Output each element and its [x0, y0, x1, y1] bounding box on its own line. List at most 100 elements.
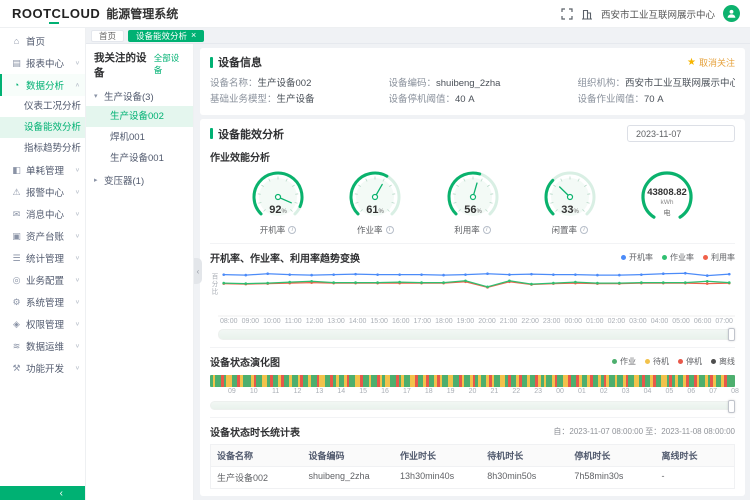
legend-dot [678, 359, 683, 364]
org-name: 西安市工业互联网展示中心 [601, 7, 715, 21]
building-icon [581, 8, 593, 20]
sidebar-item-home[interactable]: ⌂首页 [0, 30, 85, 52]
unfollow-button[interactable]: ★ 取消关注 [687, 56, 735, 69]
sidebar-item-system[interactable]: ⚙系统管理∨ [0, 291, 85, 313]
table-header-row: 设备名称设备编码作业时长待机时长停机时长离线时长 [211, 445, 734, 467]
datazoom-handle[interactable] [728, 400, 735, 413]
gauge-闲置率: 33% 闲置率i [528, 168, 612, 236]
status-x-axis: 0910111213141516171819202122230001020304… [210, 388, 735, 396]
status-chart-title: 设备状态演化图 [210, 354, 280, 369]
duration-table-title: 设备状态时长统计表 [210, 424, 300, 439]
system-icon: ⚙ [11, 297, 22, 308]
panel-collapse-handle[interactable]: ‹ [194, 258, 202, 284]
business-icon: ◎ [11, 275, 22, 286]
logo-text: ROOTCLOUD [12, 6, 100, 21]
tab-0[interactable]: 首页 [91, 30, 124, 42]
field-device-code: 设备编码：shuibeng_2zha [389, 76, 578, 92]
energy-ring: 43808.82 kWh 电 [625, 168, 709, 236]
tab-bar: 首页设备能效分析× [86, 28, 750, 44]
legend-item[interactable]: 开机率 [621, 252, 653, 263]
device-info-card: 设备信息 ★ 取消关注 设备名称：生产设备002 设备编码：shuibeng_2… [200, 48, 745, 115]
chevron-down-icon: ∨ [75, 167, 80, 173]
svg-text:kWh: kWh [661, 199, 674, 206]
asset-icon: ▣ [11, 231, 22, 242]
date-picker-input[interactable] [627, 125, 735, 142]
info-icon[interactable]: i [386, 226, 394, 234]
trend-x-axis: 08:0009:0010:0011:0012:0013:0014:0015:00… [218, 318, 735, 325]
legend-item[interactable]: 利用率 [703, 252, 735, 263]
field-organization: 组织机构：西安市工业互联网展示中心 [578, 76, 736, 92]
user-avatar[interactable] [723, 5, 740, 22]
status-datazoom-slider[interactable] [210, 401, 735, 410]
field-base-model: 基础业务模型：生产设备 [210, 92, 389, 108]
table-row: 生产设备002shuibeng_2zha13h30min40s8h30min50… [211, 467, 734, 489]
status-timeline-strip [210, 375, 735, 387]
legend-item[interactable]: 作业 [612, 356, 636, 367]
tree-node[interactable]: ▾生产设备(3) [86, 85, 193, 106]
device-panel: 我关注的设备 全部设备 ▾生产设备(3)生产设备002焊机001生产设备001▸… [86, 44, 194, 500]
trend-chart: 百分比 08:0009:0010:0011:0012:0013:0014:001… [210, 269, 735, 340]
sidebar-collapse-button[interactable]: ‹ [0, 486, 85, 500]
consumption-icon: ◧ [11, 165, 22, 176]
legend-item[interactable]: 待机 [645, 356, 669, 367]
legend-dot [645, 359, 650, 364]
main-content: ‹ 设备信息 ★ 取消关注 设备名称：生产设备002 设备编 [194, 44, 750, 500]
sidebar-item-consumption[interactable]: ◧单耗管理∨ [0, 159, 85, 181]
sidebar-item-dataops[interactable]: ≋数据运维∨ [0, 335, 85, 357]
sidebar-item-analysis[interactable]: ◔数据分析∧ [0, 74, 85, 96]
legend-dot [703, 255, 708, 260]
all-devices-link[interactable]: 全部设备 [154, 52, 186, 76]
status-legend: 作业待机停机离线 [612, 356, 735, 367]
sidebar-item-dev[interactable]: ⚒功能开发∨ [0, 357, 85, 379]
report-icon: ▤ [11, 58, 22, 69]
stats-icon: ☰ [11, 253, 22, 264]
sidebar-item-stats[interactable]: ☰统计管理∨ [0, 247, 85, 269]
sidebar-subitem[interactable]: 指标趋势分析 [0, 138, 85, 159]
legend-dot [612, 359, 617, 364]
home-icon: ⌂ [11, 36, 22, 46]
tree-leaf[interactable]: 生产设备001 [86, 148, 193, 169]
trend-datazoom-slider[interactable] [218, 329, 735, 340]
legend-item[interactable]: 作业率 [662, 252, 694, 263]
sidebar-item-message[interactable]: ✉消息中心∨ [0, 203, 85, 225]
legend-item[interactable]: 离线 [711, 356, 735, 367]
svg-text:电: 电 [664, 208, 671, 217]
close-icon[interactable]: × [191, 31, 196, 40]
info-icon[interactable]: i [288, 226, 296, 234]
chevron-down-icon: ∨ [75, 60, 80, 66]
star-icon: ★ [687, 57, 696, 68]
app-root: ROOTCLOUD 能源管理系统 西安市工业互联网展示中心 ⌂首页▤报表中心∨◔… [0, 0, 750, 500]
tree-leaf[interactable]: 生产设备002 [86, 106, 193, 127]
legend-dot [621, 255, 626, 260]
field-device-name: 设备名称：生产设备002 [210, 76, 389, 92]
info-icon[interactable]: i [580, 226, 588, 234]
device-info-fields: 设备名称：生产设备002 设备编码：shuibeng_2zha 组织机构：西安市… [210, 76, 735, 108]
field-stop-threshold: 设备停机阈值：40 A [389, 92, 578, 108]
gauge-section-title: 作业效能分析 [210, 149, 735, 164]
sidebar-subitem[interactable]: 设备能效分析 [0, 117, 85, 138]
legend-dot [662, 255, 667, 260]
sidebar-item-permission[interactable]: ◈权限管理∨ [0, 313, 85, 335]
section-accent-bar [210, 57, 213, 68]
fullscreen-icon[interactable] [561, 8, 573, 20]
datazoom-handle[interactable] [728, 328, 735, 341]
legend-dot [711, 359, 716, 364]
gauge-开机率: 92% 开机率i [236, 168, 320, 236]
trend-chart-title: 开机率、作业率、利用率趋势变换 [210, 250, 360, 265]
sidebar-item-asset[interactable]: ▣资产台账∨ [0, 225, 85, 247]
message-icon: ✉ [11, 209, 22, 220]
analysis-icon: ◔ [11, 80, 22, 90]
tree-leaf[interactable]: 焊机001 [86, 127, 193, 148]
legend-item[interactable]: 停机 [678, 356, 702, 367]
tab-1[interactable]: 设备能效分析× [128, 30, 204, 42]
sidebar: ⌂首页▤报表中心∨◔数据分析∧仪表工况分析设备能效分析指标趋势分析◧单耗管理∨⚠… [0, 28, 86, 500]
sidebar-item-alarm[interactable]: ⚠报警中心∨ [0, 181, 85, 203]
sidebar-item-business[interactable]: ◎业务配置∨ [0, 269, 85, 291]
svg-text:43808.82: 43808.82 [647, 187, 687, 198]
tree-node[interactable]: ▸变压器(1) [86, 169, 193, 190]
sidebar-subitem[interactable]: 仪表工况分析 [0, 96, 85, 117]
sidebar-item-report[interactable]: ▤报表中心∨ [0, 52, 85, 74]
dataops-icon: ≋ [11, 341, 22, 352]
alarm-icon: ⚠ [11, 187, 22, 198]
info-icon[interactable]: i [483, 226, 491, 234]
